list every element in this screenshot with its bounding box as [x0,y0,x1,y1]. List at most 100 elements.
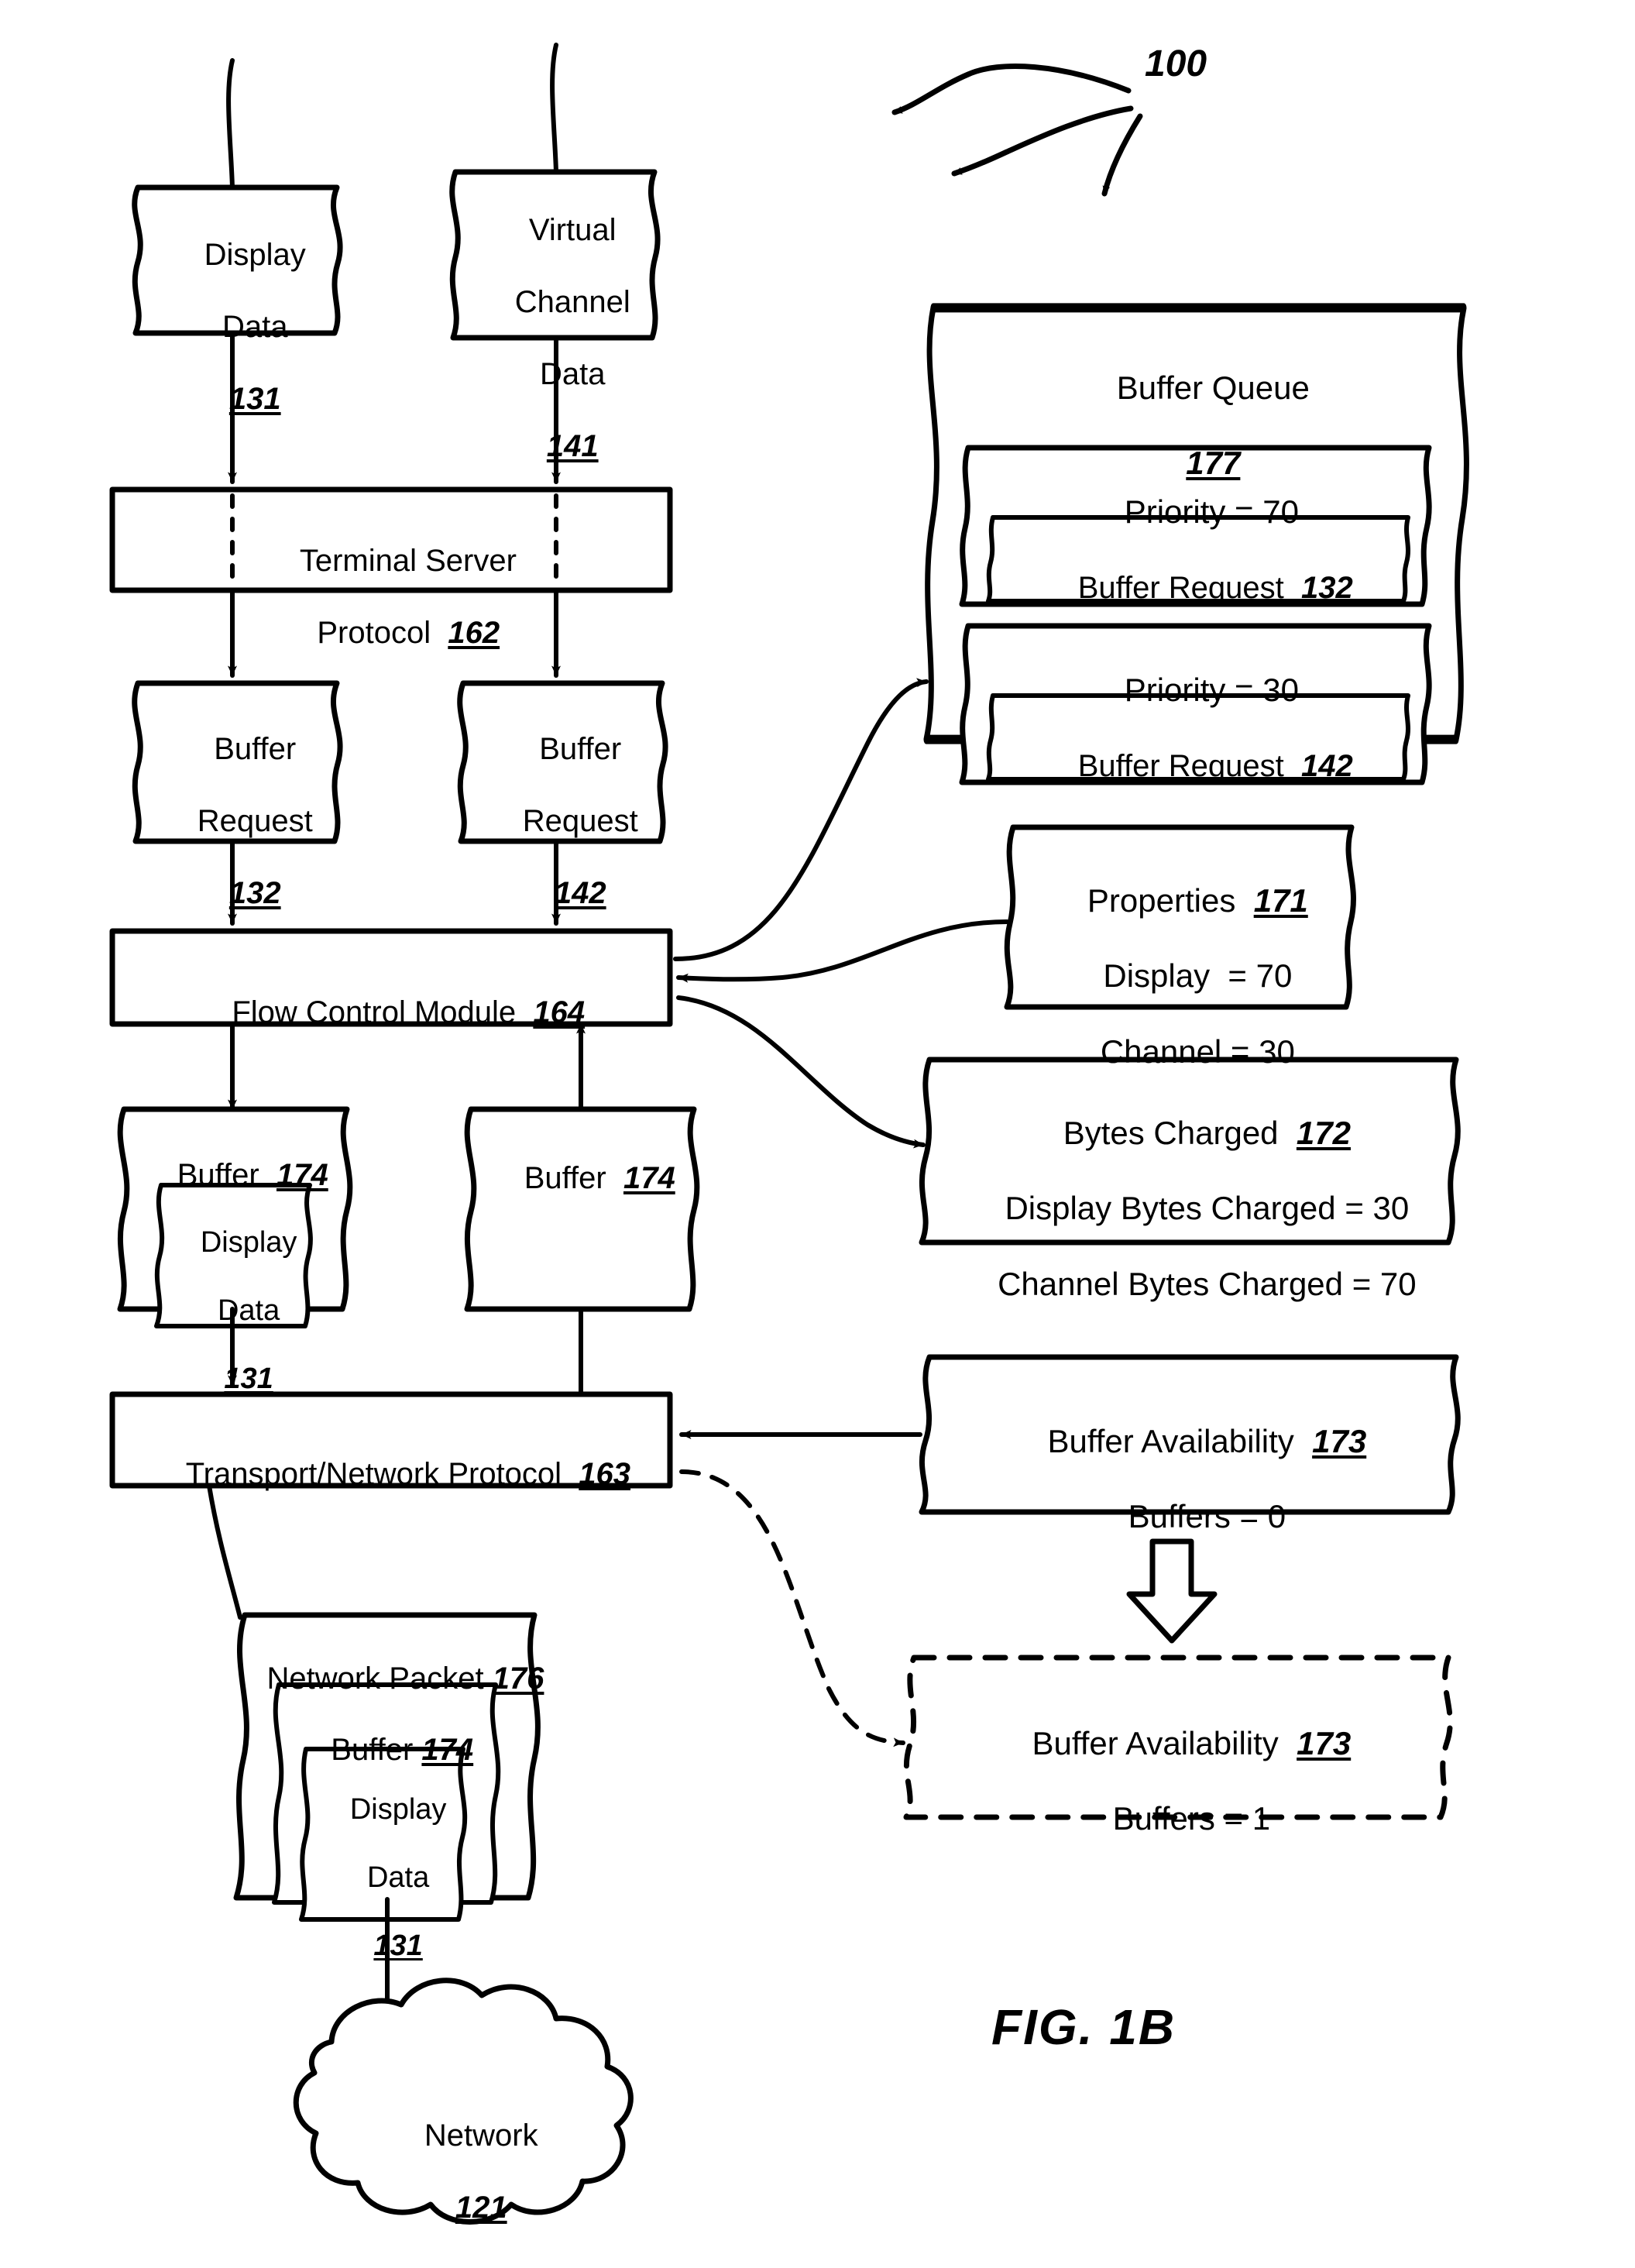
label-terminal-server-protocol-162: Terminal Server Protocol 162 [112,507,670,687]
label-display-data-131: Display Data 131 [138,201,338,453]
fcm-label: Flow Control Module [232,995,534,1030]
props-ref: 171 [1253,881,1308,919]
label-network-packet-176: Network Packet 176 [232,1625,544,1733]
shape-bytes-charged-172 [919,1057,1461,1246]
np-ref: 176 [492,1661,544,1696]
diagram-vector-layer [109,43,1469,2225]
shape-display-data-131 [132,184,343,336]
bq-title: Buffer Queue [1116,369,1310,406]
br142-line-1: Buffer [539,732,622,767]
ba-before-ref: 173 [1312,1422,1367,1459]
tsp-ref: 162 [448,616,500,651]
bytes-ref: 172 [1296,1114,1351,1151]
label-transport-network-protocol-163: Transport/Network Protocol 163 [112,1421,670,1528]
shape-buffer-queue-entry-1 [959,445,1432,607]
display-data-ref: 131 [228,381,281,416]
br142-ref: 142 [554,875,606,910]
shape-display-data-131-inner [154,1183,313,1328]
bytes-row-2: Channel Bytes Charged = 70 [998,1265,1417,1302]
shape-buffer-174-right [464,1106,700,1312]
label-buffer-queue-entry-2-priority: Priority = 30 [962,634,1425,747]
shape-buffer-request-142 [457,680,668,844]
label-network-packet-buffer-174: Buffer 174 [273,1696,497,1804]
inner-dd-line-2: Data [217,1294,280,1328]
shape-buffer-request-142-queued [986,693,1410,782]
np-buffer-ref: 174 [421,1733,474,1768]
shape-buffer-availability-173-after [903,1655,1453,1820]
label-buffer-request-142: Buffer Request 142 [463,696,663,947]
bytes-title: Bytes Charged [1063,1114,1297,1151]
shape-properties-171 [1004,824,1356,1010]
np-dd-line-1: Display [349,1793,447,1826]
cloud-ref: 121 [455,2191,507,2225]
label-virtual-channel-data-141: Virtual Channel Data 141 [455,177,655,500]
np-dd-ref: 131 [373,1930,423,1963]
bq-entry-2-request-ref: 142 [1301,749,1353,784]
display-data-line-1: Display [204,238,306,273]
shape-flow-control-module-164 [109,928,673,1027]
br132-ref: 132 [228,875,281,910]
vcd-line-3: Data [539,356,606,391]
shape-terminal-server-protocol-162 [109,486,673,593]
buffer-right-ref: 174 [623,1161,675,1196]
props-row-1: Display = 70 [1103,957,1293,995]
shape-buffer-queue-entry-2 [959,623,1432,785]
inner-dd-line-1: Display [200,1226,297,1259]
shape-network-packet-buffer-174 [272,1682,501,1905]
bq-entry-2-priority: Priority = 30 [1124,671,1299,708]
shape-virtual-channel-data-141 [449,169,661,341]
figure-label: FIG. 1B [991,1999,1176,2055]
np-dd-line-2: Data [366,1861,430,1895]
callout-number-100: 100 [1145,43,1207,84]
ba-before-title: Buffer Availability [1047,1422,1313,1459]
bq-entry-1-request-ref: 132 [1301,571,1353,606]
br142-line-2: Request [522,804,638,839]
tsp-line-2: Protocol [317,616,448,651]
fcm-ref: 164 [533,995,586,1030]
inner-dd-ref: 131 [224,1363,273,1396]
bq-entry-1-request: Buffer Request [1077,571,1302,606]
vcd-line-2: Channel [514,285,630,320]
label-display-data-131-inner: Display Data 131 [156,1191,308,1431]
buffer-left-ref: 174 [276,1158,328,1193]
vcd-ref: 141 [546,428,599,463]
shape-network-cloud-121 [293,1978,634,2225]
bq-ref: 177 [1186,445,1241,482]
label-buffer-174-left: Buffer 174 [124,1122,347,1229]
buffer-left-label: Buffer [177,1158,277,1193]
buffer-right-label: Buffer [524,1161,623,1196]
label-buffer-queue-177: Buffer Queue 177 [926,332,1464,521]
label-buffer-availability-173-after: Buffer Availability 173 Buffers = 1 [906,1687,1441,1876]
vcd-line-1: Virtual [528,213,617,248]
tsp-line-1: Terminal Server [299,544,517,579]
label-buffer-queue-entry-1-priority: Priority = 70 [962,455,1425,569]
props-row-2: Channel = 30 [1100,1033,1295,1070]
label-buffer-queue-entry-1-request: Buffer Request 132 [988,534,1408,642]
np-label: Network Packet [266,1661,493,1696]
tnp-label: Transport/Network Protocol [185,1457,579,1492]
label-buffer-queue-entry-2-request: Buffer Request 142 [988,713,1408,820]
br132-line-1: Buffer [214,732,297,767]
label-buffer-availability-173-before: Buffer Availability 173 Buffers = 0 [922,1385,1456,1574]
ba-after-row-1: Buffers = 1 [1112,1800,1271,1837]
cloud-label: Network [424,2119,538,2153]
open-down-arrow [1126,1538,1218,1644]
callout-100-arrows [891,64,1143,197]
label-properties-171: Properties 171 Display = 70 Channel = 30 [1007,844,1352,1108]
shape-buffer-queue-177 [923,303,1469,744]
label-buffer-request-132: Buffer Request 132 [138,696,338,947]
shape-network-packet-176 [233,1612,541,1901]
ba-before-row-1: Buffers = 0 [1128,1498,1286,1535]
display-data-line-2: Data [222,310,288,345]
shape-buffer-request-132 [132,680,343,844]
shape-network-packet-display-data-131 [299,1747,468,1922]
shape-transport-network-protocol-163 [109,1391,673,1489]
props-title: Properties [1087,881,1254,919]
shape-buffer-174-left [117,1106,353,1312]
patent-figure-1b: 100 Display Data 131 Virtual Channel Dat… [0,0,1635,2268]
np-buffer-label: Buffer [331,1733,422,1768]
ba-after-title: Buffer Availability [1032,1724,1297,1761]
label-buffer-174-right: Buffer 174 [471,1125,694,1232]
label-network-packet-display-data-131: Display Data 131 [301,1758,463,1998]
shape-buffer-availability-173-before [919,1354,1461,1515]
